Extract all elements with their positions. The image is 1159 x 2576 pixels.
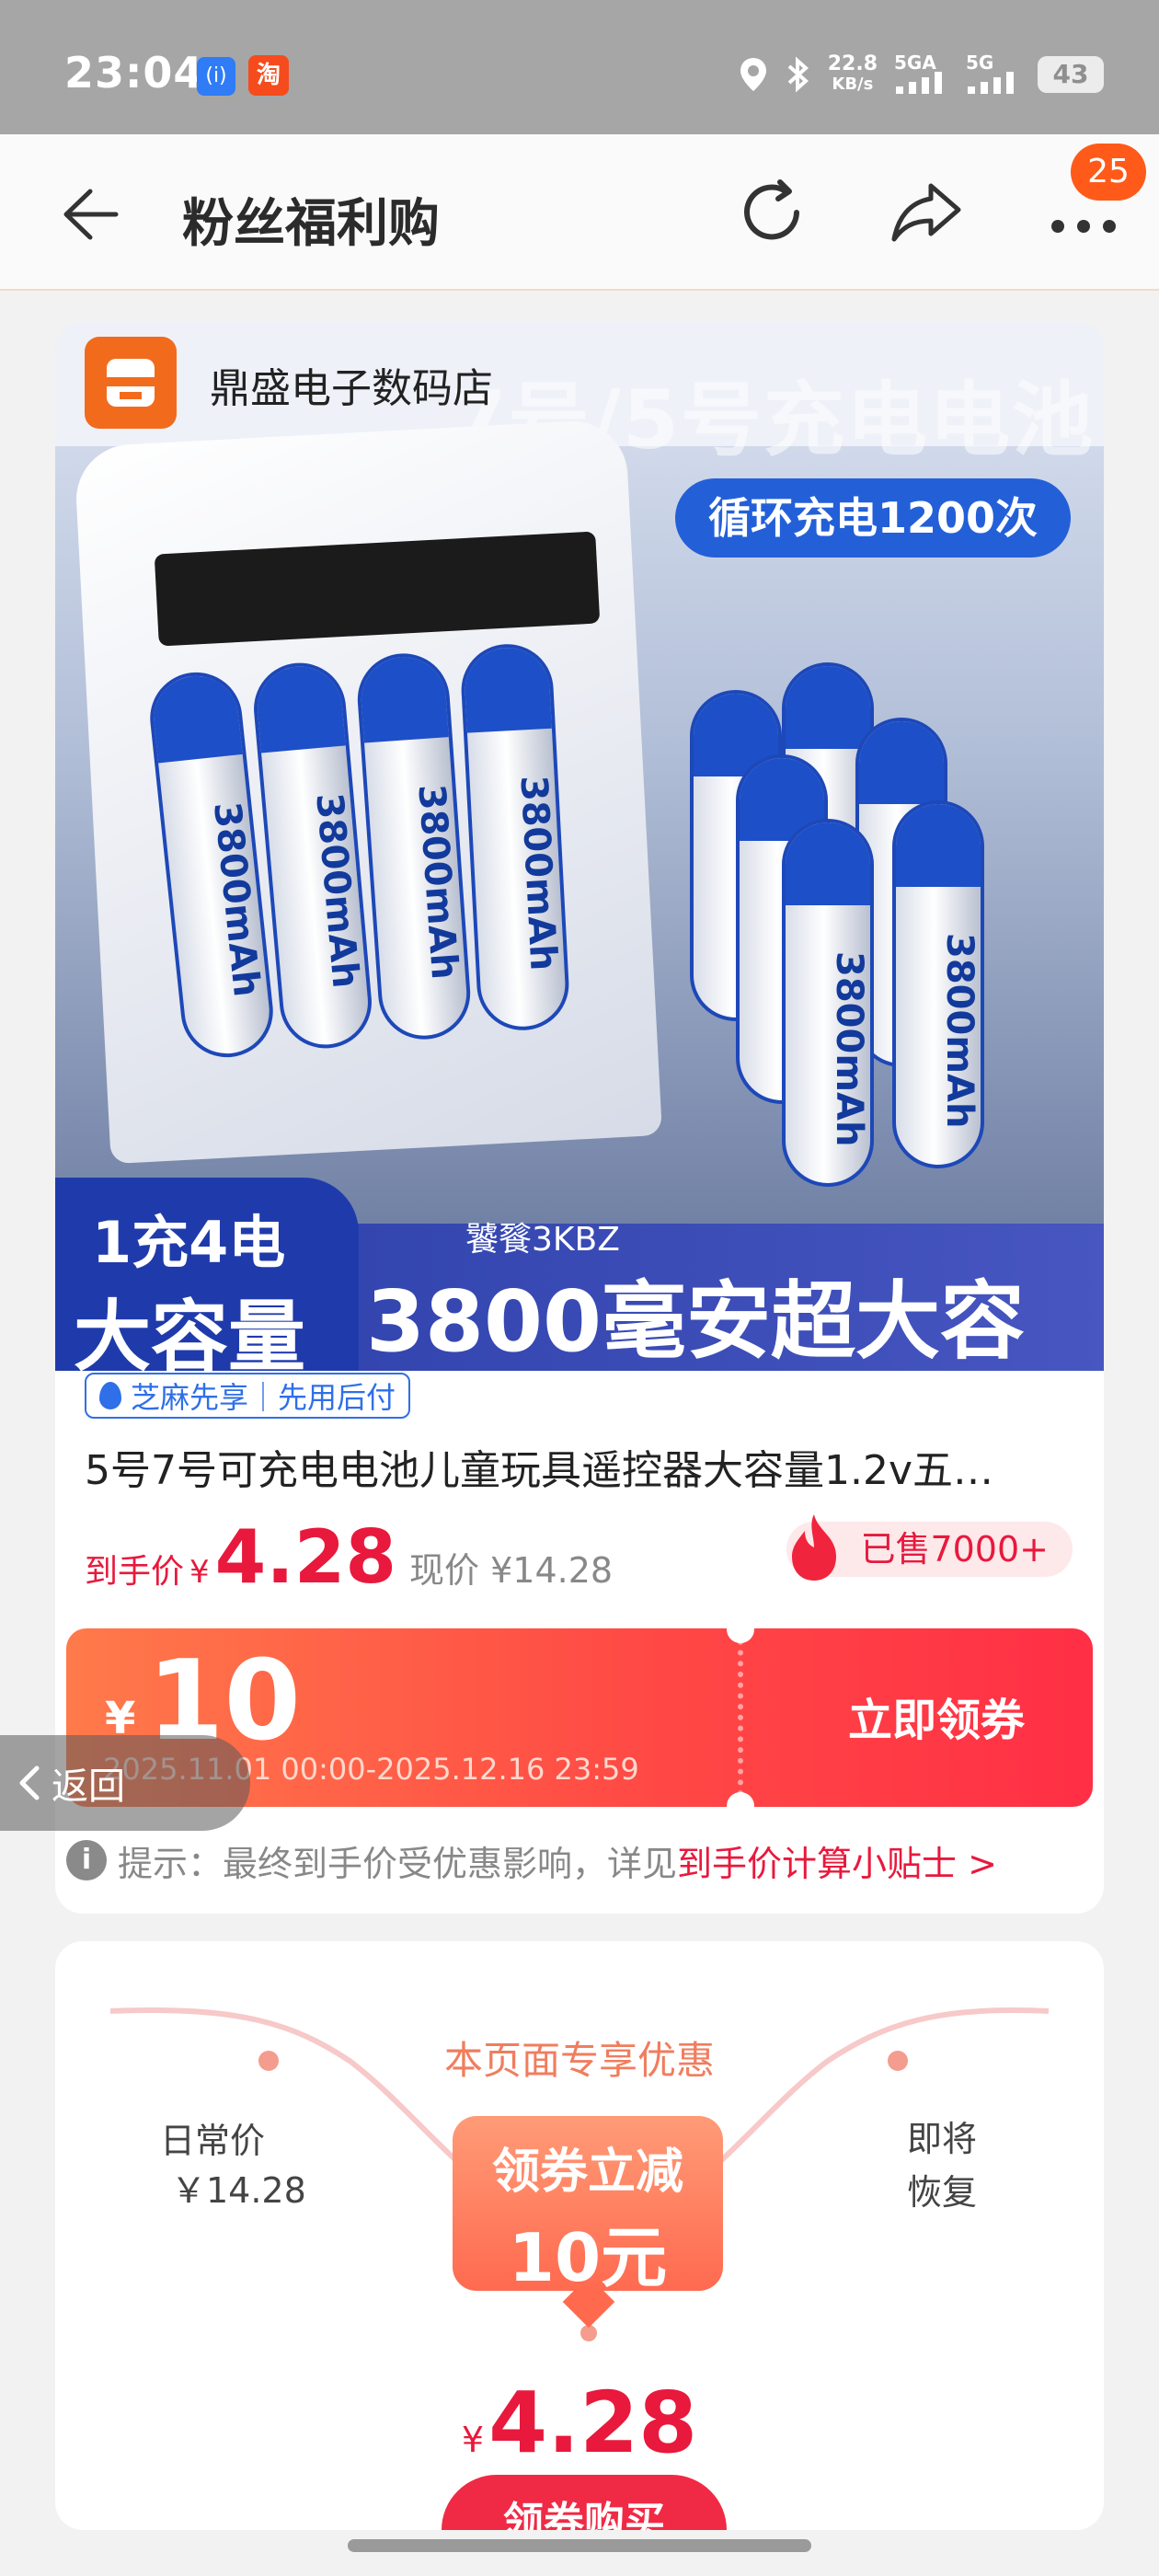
claim-and-buy-button[interactable]: 领券购买 (442, 2475, 727, 2530)
store-name[interactable]: 鼎盛电子数码店 (210, 355, 493, 414)
network-speed: 22.8 KB/s (827, 52, 878, 95)
status-bar: 23:04 (i) 淘 22.8 KB/s 5GA 5G 43 (0, 0, 1159, 134)
signal-bars-icon (968, 71, 1014, 94)
refresh-icon[interactable] (732, 173, 811, 252)
tip-text: 提示：最终到手价受优惠影响，详见 (118, 1843, 678, 1884)
top-nav-bar: 粉丝福利购 25 (0, 134, 1159, 291)
signal-5ga: 5GA (894, 53, 949, 97)
back-arrow-icon[interactable] (57, 182, 121, 247)
signal-5g: 5G (966, 53, 1021, 97)
claim-coupon-button[interactable]: 立即领券 (848, 1684, 1025, 1748)
signal-bars-icon (896, 71, 942, 94)
store-icon (107, 359, 155, 407)
daily-price-value: ￥14.28 (171, 2170, 306, 2211)
notification-app-icon: (i) (197, 57, 235, 96)
floating-back-button[interactable]: 返回 (0, 1735, 250, 1831)
info-icon: i (66, 1840, 107, 1880)
promo-price-value: 4.28 (488, 2374, 698, 2472)
bluetooth-icon (787, 56, 809, 93)
home-indicator[interactable] (348, 2539, 811, 2552)
final-price: 4.28 (214, 1514, 397, 1600)
coupon-notch (727, 1792, 754, 1807)
page-title: 粉丝福利购 (182, 194, 440, 254)
recharge-cycles-pill: 循环充电1200次 (675, 478, 1071, 558)
zhima-tag-label: 芝麻先享｜先用后付 (131, 1380, 396, 1415)
product-image[interactable]: 7号/5号充电电池 鼎盛电子数码店 循环充电1200次 3800mAh 3800… (55, 322, 1104, 1371)
discount-bubble-line2: 10元 (508, 2219, 668, 2296)
status-time: 23:04 (64, 48, 204, 98)
taobao-notification-icon: 淘 (248, 55, 289, 96)
sold-count: 已售7000+ (860, 1529, 1049, 1570)
message-count-badge: 25 (1071, 144, 1146, 201)
promo-currency: ¥ (461, 2420, 485, 2460)
status-indicators: 22.8 KB/s 5GA 5G 43 (738, 52, 1104, 98)
coupon-notch (727, 1628, 754, 1643)
store-logo[interactable] (85, 337, 177, 429)
image-badge-big: 大容量 (74, 1292, 306, 1371)
battery-graphic: 3800mAh (892, 800, 984, 1168)
coupon-divider (738, 1628, 743, 1807)
watermark-code: 饕餮3KBZ (465, 1221, 620, 1259)
exclusive-offer-card: 本页面专享优惠 日常价 ￥14.28 即将恢复 领券立减 10元 ¥ 4.28 … (55, 1941, 1104, 2530)
price-tip: i 提示：最终到手价受优惠影响，详见 到手价计算小贴士 > (66, 1831, 997, 1890)
currency-symbol: ¥ (189, 1554, 210, 1591)
floating-back-label: 返回 (52, 1765, 125, 1808)
price-tips-link[interactable]: 到手价计算小贴士 > (677, 1835, 997, 1886)
product-title[interactable]: 5号7号可充电电池儿童玩具遥控器大容量1.2v五… (85, 1437, 1087, 1496)
share-icon[interactable] (887, 173, 966, 252)
daily-price-label: 日常价 (160, 2121, 266, 2161)
promo-final-price: ¥ 4.28 (55, 2374, 1104, 2472)
zhima-credit-tag: 芝麻先享｜先用后付 (85, 1373, 411, 1419)
image-badge-small: 1充4电 (92, 1209, 286, 1276)
price-row: 到手价 ¥ 4.28 现价 ¥14.28 (85, 1514, 614, 1600)
sold-count-badge: 已售7000+ (786, 1514, 1073, 1581)
zhima-icon (99, 1382, 121, 1409)
exclusive-offer-heading: 本页面专享优惠 (443, 2038, 715, 2083)
battery-level: 43 (1038, 56, 1104, 93)
flame-icon (792, 1514, 837, 1581)
battery-graphic: 3800mAh (782, 819, 874, 1187)
discount-bubble: 领券立减 10元 (453, 2116, 723, 2296)
restore-soon-label: 即将恢复 (907, 2119, 978, 2213)
chevron-left-icon (19, 1765, 40, 1800)
final-price-label: 到手价 (85, 1553, 185, 1591)
image-slogan: 3800毫安超大容量 (366, 1272, 1026, 1371)
current-price: 现价 ¥14.28 (409, 1550, 614, 1591)
location-icon (740, 58, 766, 91)
discount-bubble-line1: 领券立减 (491, 2145, 683, 2200)
product-card: 7号/5号充电电池 鼎盛电子数码店 循环充电1200次 3800mAh 3800… (55, 322, 1104, 1914)
